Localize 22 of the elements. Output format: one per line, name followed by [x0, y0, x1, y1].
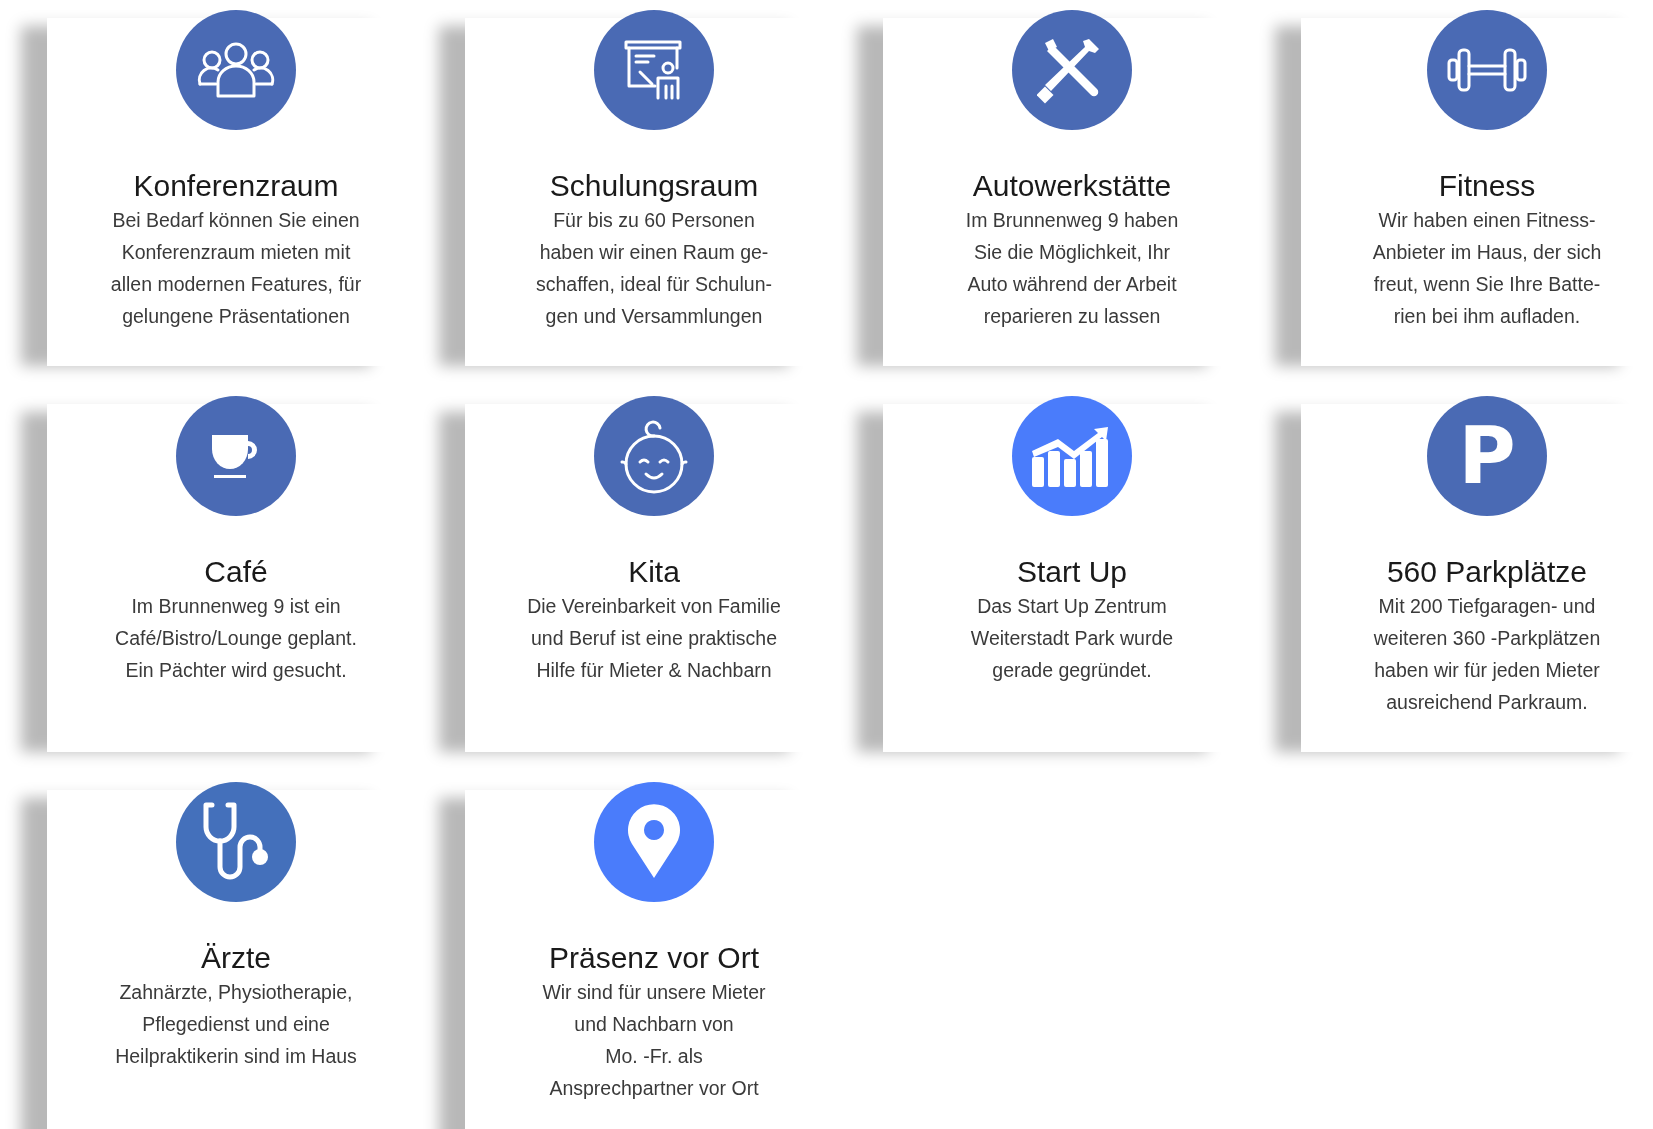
location-pin-icon — [626, 804, 682, 880]
card-description: Das Start Up Zentrum Weiterstadt Park wurde gerade gegründet. — [970, 594, 1174, 683]
card-description: Die Vereinbarkeit von Familie und Beruf ist eine praktische Hilfe für Mieter & Nachbarn — [527, 594, 781, 683]
card-title: Kita — [628, 554, 680, 590]
card-title: Schulungsraum — [549, 168, 759, 204]
card-description: Zahnärzte, Physiotherapie, Pflegedienst und eine Heilpraktikerin sind im Haus — [115, 980, 357, 1069]
card-description: Wir haben einen Fitness- Anbieter im Haus, der sich freut, wenn Sie Ihre Batte- rien bei ihm aufladen. — [1372, 208, 1602, 329]
card-description: Wir sind für unsere Mieter und Nachbarn von Mo. -Fr. als Ansprechpartner vor Ort — [542, 980, 766, 1101]
card-title: Autowerkstätte — [972, 168, 1172, 204]
card-title: Café — [204, 554, 268, 590]
card-title: 560 Parkplätze — [1386, 554, 1588, 590]
card-description: Für bis zu 60 Personen haben wir einen Raum ge- schaffen, ideal für Schulun- gen und Versammlungen — [536, 208, 772, 329]
card-description: Mit 200 Tiefgaragen- und weiteren 360 -Parkplätzen haben wir für jeden Mieter ausreichend Parkraum. — [1373, 594, 1601, 715]
card-title: Fitness — [1438, 168, 1536, 204]
card-title: Ärzte — [201, 940, 271, 976]
card-title: Konferenzraum — [133, 168, 339, 204]
card-title: Präsenz vor Ort — [548, 940, 760, 976]
card-description: Im Brunnenweg 9 ist ein Café/Bistro/Lounge geplant. Ein Pächter wird gesucht. — [115, 594, 357, 683]
card-description: Bei Bedarf können Sie einen Konferenzraum mieten mit allen modernen Features, für gelungene Präsentationen — [110, 208, 362, 329]
card-title: Start Up — [1016, 554, 1127, 590]
card-description: Im Brunnenweg 9 haben Sie die Möglichkeit, Ihr Auto während der Arbeit reparieren zu lassen — [965, 208, 1179, 329]
parking-icon: P — [1427, 396, 1547, 516]
